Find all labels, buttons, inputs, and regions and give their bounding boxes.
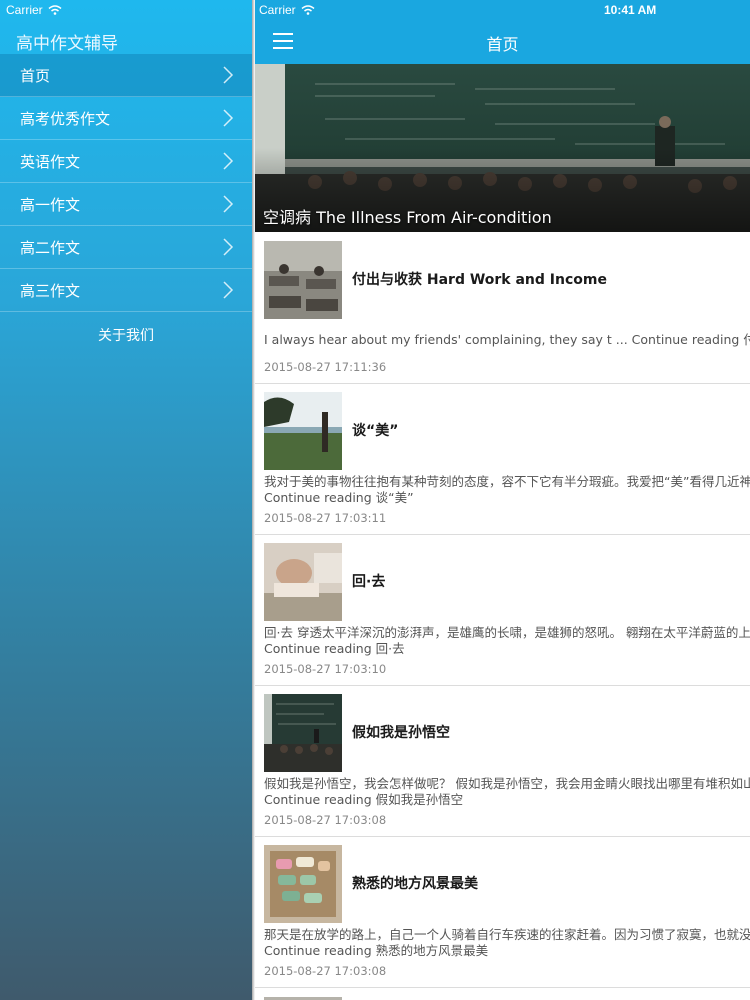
sidebar-item-label: 高考优秀作文 — [20, 109, 111, 128]
article-excerpt: 那天是在放学的路上，自己一个人骑着自行车疾速的往家赶着。因为习惯了寂寞，也就没有… — [264, 927, 750, 958]
list-item[interactable]: 谈“美” 我对于美的事物往往抱有某种苛刻的态度，容不下它有半分瑕疵。我爱把“美”… — [255, 384, 750, 535]
wifi-icon — [48, 5, 62, 15]
article-excerpt: 假如我是孙悟空，我会怎样做呢？ 假如我是孙悟空，我会用金睛火眼找出哪里有堆积如山… — [264, 776, 750, 807]
article-excerpt: 我对于美的事物往往抱有某种苛刻的态度，容不下它有半分瑕疵。我爱把“美”看得几近神… — [264, 474, 750, 505]
navbar: Carrier 10:41 AM 首页 — [255, 0, 750, 64]
app-title: 高中作文辅导 — [16, 34, 118, 54]
chevron-right-icon — [223, 152, 234, 170]
chevron-right-icon — [223, 238, 234, 256]
carrier-label: Carrier — [6, 3, 43, 17]
list-item[interactable]: 熟悉的地方风景最美 那天是在放学的路上，自己一个人骑着自行车疾速的往家赶着。因为… — [255, 837, 750, 988]
featured-article-banner[interactable]: 空调病 The Illness From Air-condition — [255, 64, 750, 232]
chevron-right-icon — [223, 195, 234, 213]
main-panel: Carrier 10:41 AM 首页 空调病 The Illness From… — [255, 0, 750, 1000]
carrier-label: Carrier — [259, 3, 296, 17]
list-item[interactable]: 付出与收获 Hard Work and Income I always hear… — [255, 233, 750, 384]
article-list: 付出与收获 Hard Work and Income I always hear… — [255, 233, 750, 1000]
sidebar: Carrier 高中作文辅导 首页 高考优秀作文 英语作文 高一作文 高二作文 — [0, 0, 252, 1000]
article-excerpt: I always hear about my friends' complain… — [264, 332, 750, 347]
article-title: 回·去 — [352, 574, 386, 590]
article-date: 2015-08-27 17:03:11 — [264, 511, 387, 525]
sidebar-item-english[interactable]: 英语作文 — [0, 140, 252, 183]
sidebar-item-label: 高二作文 — [20, 238, 81, 257]
article-title: 熟悉的地方风景最美 — [352, 876, 478, 892]
article-date: 2015-08-27 17:11:36 — [264, 360, 387, 374]
article-title: 付出与收获 Hard Work and Income — [352, 272, 607, 288]
sidebar-item-grade-1[interactable]: 高一作文 — [0, 183, 252, 226]
article-thumbnail — [264, 845, 342, 923]
sidebar-item-label: 首页 — [20, 66, 51, 85]
hamburger-icon[interactable] — [273, 33, 293, 49]
page-title: 首页 — [486, 35, 519, 54]
status-time: 10:41 AM — [604, 3, 657, 17]
chevron-right-icon — [223, 66, 234, 84]
article-title: 假如我是孙悟空 — [352, 725, 450, 741]
sidebar-menu: 首页 高考优秀作文 英语作文 高一作文 高二作文 高三作文 — [0, 54, 252, 312]
article-thumbnail — [264, 694, 342, 772]
chevron-right-icon — [223, 281, 234, 299]
list-item[interactable]: 回·去 回·去 穿透太平洋深沉的澎湃声，是雄鹰的长啸，是雄狮的怒吼。 翱翔在太平… — [255, 535, 750, 686]
chevron-right-icon — [223, 109, 234, 127]
sidebar-item-grade-3[interactable]: 高三作文 — [0, 269, 252, 312]
sidebar-item-label: 英语作文 — [20, 152, 81, 171]
status-bar-left: Carrier — [259, 3, 315, 17]
status-bar-left: Carrier — [6, 3, 62, 17]
article-date: 2015-08-27 17:03:08 — [264, 813, 387, 827]
sidebar-item-gaokao[interactable]: 高考优秀作文 — [0, 97, 252, 140]
article-excerpt: 回·去 穿透太平洋深沉的澎湃声，是雄鹰的长啸，是雄狮的怒吼。 翱翔在太平洋蔚蓝的… — [264, 625, 750, 656]
list-item[interactable] — [255, 988, 750, 1000]
article-date: 2015-08-27 17:03:10 — [264, 662, 387, 676]
list-item[interactable]: 假如我是孙悟空 假如我是孙悟空，我会怎样做呢？ 假如我是孙悟空，我会用金睛火眼找… — [255, 686, 750, 837]
sidebar-item-label: 高三作文 — [20, 281, 81, 300]
banner-caption: 空调病 The Illness From Air-condition — [263, 208, 552, 227]
about-us-link[interactable]: 关于我们 — [0, 325, 252, 345]
article-thumbnail — [264, 543, 342, 621]
article-thumbnail — [264, 241, 342, 319]
sidebar-item-grade-2[interactable]: 高二作文 — [0, 226, 252, 269]
article-title: 谈“美” — [352, 423, 399, 439]
sidebar-item-home[interactable]: 首页 — [0, 54, 252, 97]
sidebar-item-label: 高一作文 — [20, 195, 81, 214]
article-date: 2015-08-27 17:03:08 — [264, 964, 387, 978]
wifi-icon — [301, 5, 315, 15]
article-thumbnail — [264, 996, 342, 1000]
article-thumbnail — [264, 392, 342, 470]
